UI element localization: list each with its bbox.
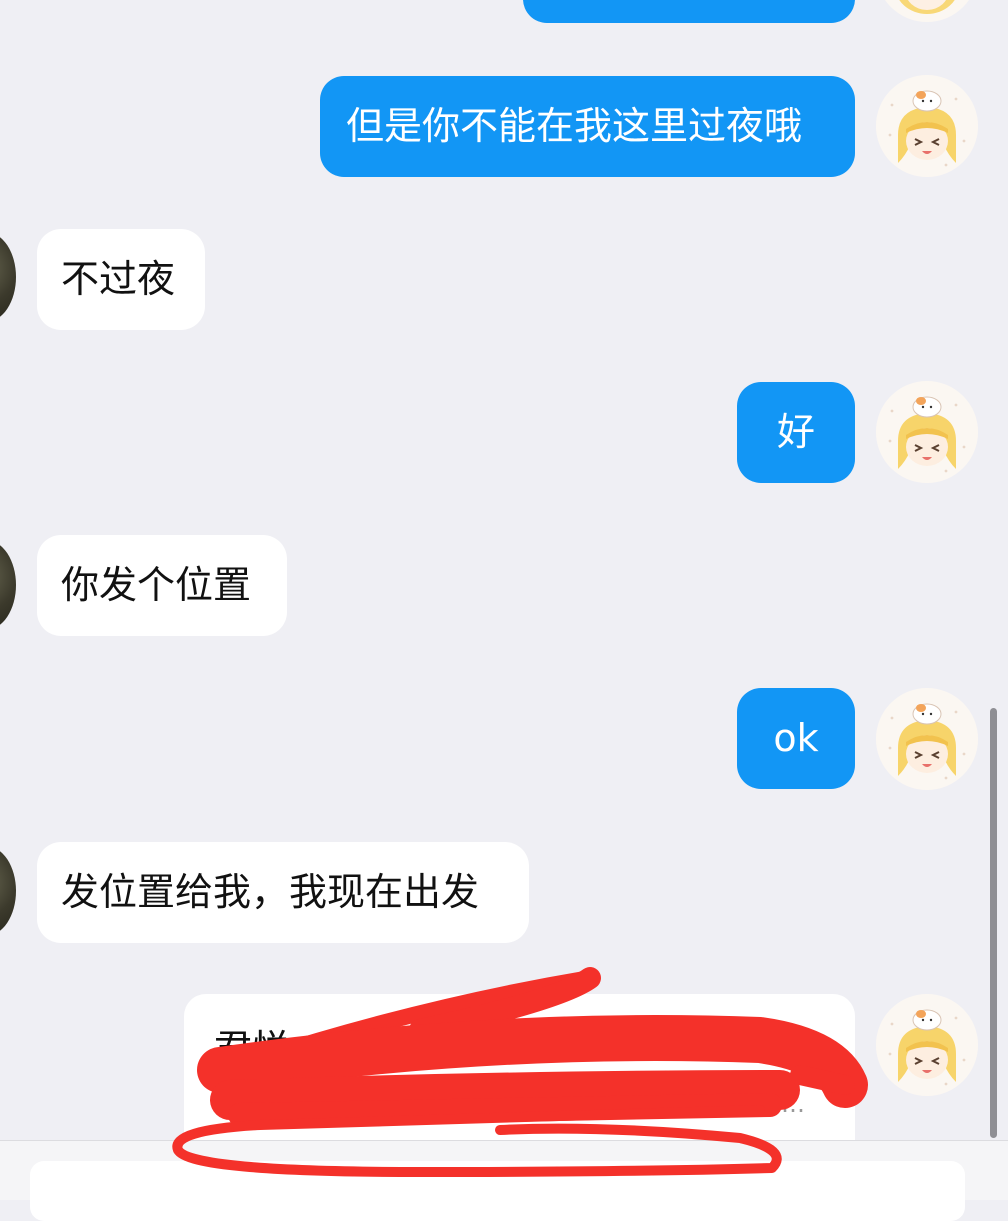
self-avatar[interactable] — [876, 688, 978, 790]
peer-avatar[interactable] — [0, 232, 16, 322]
message-text: 不过夜 — [61, 257, 176, 301]
chat-message-list[interactable]: 但是你不能在我这里过夜哦 不过夜 好 你发个位置 ok 发位置给我，我现在出发 … — [0, 0, 1008, 1140]
message-text: 但是你不能在我这里过夜哦 — [346, 104, 803, 148]
location-card-address: … — [781, 1090, 805, 1118]
message-text: ok — [773, 716, 819, 760]
input-bar — [0, 1140, 1008, 1221]
anime-girl-avatar-icon — [876, 994, 978, 1096]
anime-girl-avatar-icon — [885, 0, 969, 22]
location-card-title: 君悦 — [214, 1027, 291, 1071]
location-card-divider — [214, 1086, 216, 1112]
location-card-title-tail: … — [765, 1024, 795, 1059]
self-avatar[interactable] — [876, 994, 978, 1096]
message-bubble-outgoing[interactable]: ok — [737, 688, 855, 789]
self-avatar[interactable] — [876, 0, 978, 22]
self-avatar[interactable] — [876, 381, 978, 483]
message-bubble-outgoing[interactable]: 但是你不能在我这里过夜哦 — [320, 76, 855, 177]
message-text: 你发个位置 — [61, 563, 252, 607]
message-bubble-outgoing[interactable]: 好 — [737, 382, 855, 483]
message-text: 发位置给我，我现在出发 — [61, 870, 480, 914]
peer-avatar[interactable] — [0, 846, 16, 936]
message-bubble-incoming[interactable]: 你发个位置 — [37, 535, 287, 636]
message-input[interactable] — [30, 1161, 965, 1221]
message-bubble-incoming[interactable]: 发位置给我，我现在出发 — [37, 842, 529, 943]
message-text: 好 — [776, 410, 815, 454]
peer-avatar[interactable] — [0, 540, 16, 630]
anime-girl-avatar-icon — [876, 381, 978, 483]
location-card[interactable]: 君悦 … … — [184, 994, 855, 1140]
message-bubble-outgoing[interactable] — [523, 0, 855, 23]
anime-girl-avatar-icon — [876, 688, 978, 790]
message-bubble-incoming[interactable]: 不过夜 — [37, 229, 205, 330]
anime-girl-avatar-icon — [876, 75, 978, 177]
scrollbar[interactable] — [990, 708, 997, 1138]
self-avatar[interactable] — [876, 75, 978, 177]
